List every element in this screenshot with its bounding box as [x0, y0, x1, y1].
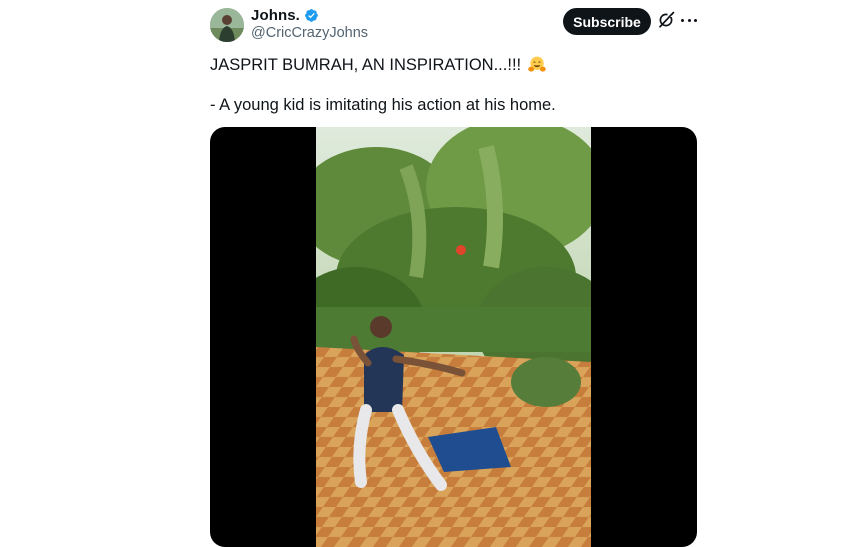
tweet-text: JASPRIT BUMRAH, AN INSPIRATION...!!! [210, 55, 522, 74]
dot [681, 18, 684, 22]
author-handle[interactable]: @CricCrazyJohns [251, 25, 368, 41]
tweet-text-line-1: JASPRIT BUMRAH, AN INSPIRATION...!!! [210, 55, 547, 75]
video-player[interactable] [210, 127, 697, 547]
video-frame[interactable] [316, 127, 591, 547]
author-name-row: Johns. [251, 7, 319, 24]
verified-badge-icon[interactable] [304, 8, 319, 23]
subscribe-button[interactable]: Subscribe [563, 8, 651, 35]
video-thumbnail [316, 127, 591, 547]
tweet-text-line-2: - A young kid is imitating his action at… [210, 96, 556, 114]
hugging-face-emoji-icon [528, 56, 546, 72]
dot [687, 18, 691, 22]
avatar[interactable] [210, 8, 244, 42]
display-name[interactable]: Johns. [251, 7, 300, 24]
grok-icon[interactable] [657, 11, 675, 29]
dot [694, 18, 697, 22]
avatar-image [210, 8, 244, 42]
more-options-icon[interactable] [681, 12, 697, 28]
